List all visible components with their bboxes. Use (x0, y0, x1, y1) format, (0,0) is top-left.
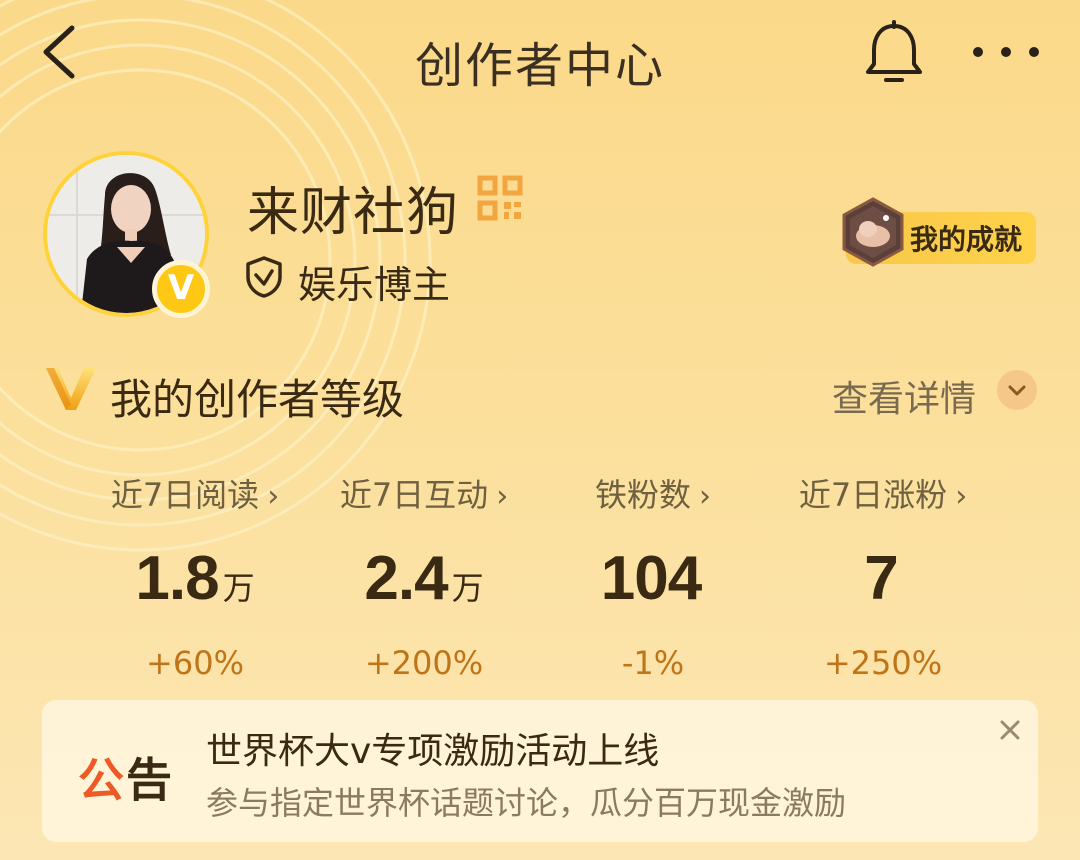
creator-level-title: 我的创作者等级 (110, 375, 405, 424)
achievement-label[interactable]: 我的成就 (910, 218, 1022, 258)
stat-label: 近7日阅读 (110, 476, 260, 514)
stat-interactions[interactable]: 近7日互动 › 2.4 万 +200% (304, 470, 544, 682)
close-icon (1000, 720, 1020, 740)
stat-change: +200% (364, 644, 484, 682)
stat-label-container: 近7日互动 › (304, 470, 544, 516)
stat-label-container: 铁粉数 › (533, 470, 773, 516)
stat-value-row: 104 (533, 544, 773, 614)
bell-icon (866, 20, 922, 82)
chevron-down-icon[interactable] (997, 370, 1037, 410)
announcement-tag-second: 告 (126, 753, 174, 807)
v-level-icon (44, 364, 98, 414)
qr-code-icon-shape (477, 175, 523, 221)
stat-label-container: 近7日阅读 › (75, 470, 315, 516)
stat-unit: 万 (451, 569, 484, 607)
stat-value-row: 7 (763, 544, 1003, 614)
stat-value-row: 2.4 万 (304, 544, 544, 614)
view-details-link[interactable]: 查看详情 (832, 370, 976, 422)
stat-label-container: 近7日涨粉 › (763, 470, 1003, 516)
stat-reads[interactable]: 近7日阅读 › 1.8 万 +60% (75, 470, 315, 682)
stat-value-row: 1.8 万 (75, 544, 315, 614)
stat-value: 104 (600, 544, 702, 613)
chevron-right-icon: › (699, 479, 711, 514)
announcement-title[interactable]: 世界杯大v专项激励活动上线 (206, 722, 659, 774)
announcement-tag-first: 公 (78, 753, 126, 807)
username: 来财社狗 (247, 183, 460, 243)
stat-unit: 万 (222, 569, 255, 607)
qr-code-icon[interactable] (476, 174, 524, 222)
stat-new-fans[interactable]: 近7日涨粉 › 7 +250% (763, 470, 1003, 682)
shield-check-icon (244, 255, 284, 299)
stat-change: +250% (823, 644, 943, 682)
stat-label: 铁粉数 (594, 476, 691, 514)
stat-value: 2.4 (364, 544, 448, 613)
chevron-right-icon: › (955, 479, 968, 514)
stat-label: 近7日互动 (339, 476, 489, 514)
stat-change: +60% (146, 644, 244, 682)
stat-label: 近7日涨粉 (798, 476, 948, 514)
stat-core-fans[interactable]: 铁粉数 › 104 -1% (533, 470, 773, 682)
verified-badge: V (152, 260, 210, 318)
more-dots-icon (973, 47, 1039, 57)
creator-role: 娱乐博主 (298, 263, 451, 307)
stat-change: -1% (621, 644, 685, 682)
chevron-right-icon: › (267, 479, 280, 514)
notifications-button[interactable] (860, 20, 928, 86)
announcement-tag: 公告 (78, 744, 174, 810)
close-button[interactable] (990, 710, 1030, 750)
stat-value: 1.8 (135, 544, 219, 613)
more-button[interactable] (966, 30, 1046, 74)
top-bar: 创作者中心 (0, 0, 1080, 110)
medal-icon (840, 196, 906, 268)
stat-value: 7 (864, 544, 898, 613)
chevron-right-icon: › (496, 479, 509, 514)
announcement-subtitle: 参与指定世界杯话题讨论，瓜分百万现金激励 (206, 784, 847, 822)
